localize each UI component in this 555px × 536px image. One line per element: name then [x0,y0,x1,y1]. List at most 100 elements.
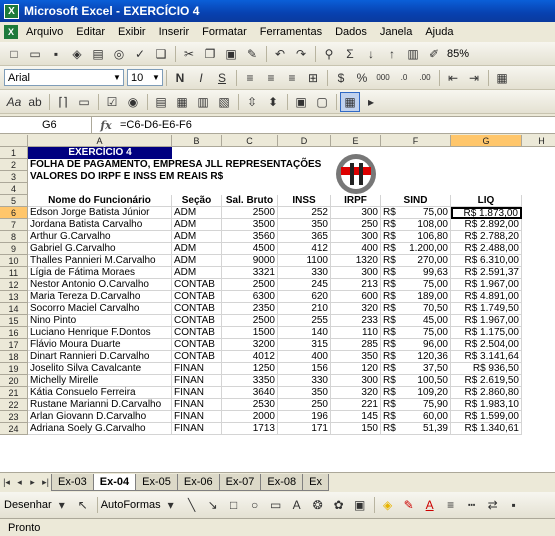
row-header[interactable]: 2 [0,159,28,171]
rectangle-tool-icon[interactable]: □ [224,495,244,515]
inss-cell[interactable]: 156 [278,363,331,375]
prev-sheet-icon[interactable]: ◂ [13,477,26,488]
row-header[interactable]: 22 [0,399,28,411]
sind-cell[interactable]: R$ 120,36 [381,351,451,363]
undo-icon[interactable]: ↶ [270,44,290,64]
employee-name-cell[interactable]: Flávio Moura Duarte [28,339,172,351]
row-header[interactable]: 21 [0,387,28,399]
cut-icon[interactable]: ✂ [179,44,199,64]
menu-formatar[interactable]: Formatar [202,26,247,38]
employee-name-cell[interactable]: Nestor Antonio O.Carvalho [28,279,172,291]
gross-salary-cell[interactable]: 9000 [222,255,278,267]
oval-tool-icon[interactable]: ○ [245,495,265,515]
row-header[interactable]: 3 [0,171,28,183]
print-preview-icon[interactable]: ◎ [109,44,129,64]
new-icon[interactable]: □ [4,44,24,64]
net-salary-cell[interactable]: R$ 3.141,64 [451,351,522,363]
employee-name-cell[interactable]: Rustane Marianni D.Carvalho [28,399,172,411]
save-icon[interactable]: ▪ [46,44,66,64]
sind-cell[interactable]: R$ 109,20 [381,387,451,399]
menu-janela[interactable]: Janela [380,26,412,38]
net-salary-cell[interactable]: R$ 1.175,00 [451,327,522,339]
sind-cell[interactable]: R$ 75,00 [381,327,451,339]
gross-salary-cell[interactable]: 3350 [222,375,278,387]
irpf-cell[interactable]: 600 [331,291,381,303]
bold-button[interactable]: N [170,68,190,88]
draw-menu-button[interactable]: Desenhar [4,499,52,511]
line-color-icon[interactable]: ✎ [399,495,419,515]
inss-cell[interactable]: 171 [278,423,331,435]
select-all-corner[interactable] [0,135,28,147]
dash-style-icon[interactable]: ┅ [462,495,482,515]
autoshapes-button[interactable]: AutoFormas [101,499,161,511]
sheet-tab-ex-04[interactable]: Ex-04 [92,474,137,491]
gross-salary-cell[interactable]: 2500 [222,207,278,219]
align-right-icon[interactable]: ≡ [282,68,302,88]
menu-dados[interactable]: Dados [335,26,367,38]
gross-salary-cell[interactable]: 2530 [222,399,278,411]
net-salary-cell[interactable]: R$ 4.891,00 [451,291,522,303]
inss-cell[interactable]: 255 [278,315,331,327]
header-cell[interactable]: Nome do Funcionário [28,195,172,207]
redo-icon[interactable]: ↷ [291,44,311,64]
irpf-cell[interactable]: 285 [331,339,381,351]
spelling-icon[interactable]: ✓ [130,44,150,64]
section-cell[interactable]: ADM [172,207,222,219]
section-cell[interactable]: ADM [172,243,222,255]
picture-icon[interactable]: ▣ [350,495,370,515]
copy-icon[interactable]: ❐ [200,44,220,64]
net-salary-cell[interactable]: R$ 6.310,00 [451,255,522,267]
net-salary-cell[interactable]: R$ 1.599,00 [451,411,522,423]
chart-wizard-icon[interactable]: ▥ [403,44,423,64]
column-header-g[interactable]: G [451,135,522,147]
employee-name-cell[interactable]: Joselito Silva Cavalcante [28,363,172,375]
sort-asc-icon[interactable]: ↓ [361,44,381,64]
section-cell[interactable]: FINAN [172,423,222,435]
row-header[interactable]: 7 [0,219,28,231]
font-color-icon[interactable]: A [420,495,440,515]
header-cell[interactable]: Sal. Bruto [222,195,278,207]
inss-cell[interactable]: 412 [278,243,331,255]
print-icon[interactable]: ▤ [88,44,108,64]
irpf-cell[interactable]: 300 [331,231,381,243]
row-header[interactable]: 6 [0,207,28,219]
net-salary-cell[interactable]: R$ 2.504,00 [451,339,522,351]
sind-cell[interactable]: R$ 189,00 [381,291,451,303]
gross-salary-cell[interactable]: 2350 [222,303,278,315]
spinner-tool-icon[interactable]: ⬍ [263,92,283,112]
sind-cell[interactable]: R$ 75,00 [381,279,451,291]
permission-icon[interactable]: ◈ [67,44,87,64]
sind-cell[interactable]: R$ 60,00 [381,411,451,423]
net-salary-cell[interactable]: R$ 2.619,50 [451,375,522,387]
net-salary-cell[interactable]: R$ 1.340,61 [451,423,522,435]
irpf-cell[interactable]: 110 [331,327,381,339]
editbox-icon[interactable]: ab [25,92,45,112]
font-name-select[interactable]: Arial ▼ [4,69,124,86]
header-cell[interactable]: LIQ [451,195,522,207]
menu-editar[interactable]: Editar [76,26,105,38]
inss-cell[interactable]: 330 [278,375,331,387]
italic-button[interactable]: I [191,68,211,88]
sind-cell[interactable]: R$ 70,50 [381,303,451,315]
employee-name-cell[interactable]: Jordana Batista Carvalho [28,219,172,231]
column-header-a[interactable]: A [28,135,172,147]
irpf-cell[interactable]: 145 [331,411,381,423]
inss-cell[interactable]: 620 [278,291,331,303]
column-header-d[interactable]: D [278,135,331,147]
checkbox-tool-icon[interactable]: ☑ [102,92,122,112]
employee-name-cell[interactable]: Michelly Mirelle [28,375,172,387]
workbook-icon[interactable]: X [4,25,18,39]
next-sheet-icon[interactable]: ▸ [26,477,39,488]
button-tool-icon[interactable]: ▭ [74,92,94,112]
employee-name-cell[interactable]: Socorro Maciel Carvalho [28,303,172,315]
gross-salary-cell[interactable]: 4500 [222,243,278,255]
employee-name-cell[interactable]: Luciano Henrique F.Dontos [28,327,172,339]
wordart-icon[interactable]: A [287,495,307,515]
gross-salary-cell[interactable]: 3321 [222,267,278,279]
irpf-cell[interactable]: 320 [331,387,381,399]
net-salary-cell[interactable]: R$ 1.749,50 [451,303,522,315]
inss-cell[interactable]: 140 [278,327,331,339]
row-header[interactable]: 15 [0,315,28,327]
net-salary-cell[interactable]: R$ 1.983,10 [451,399,522,411]
align-left-icon[interactable]: ≡ [240,68,260,88]
